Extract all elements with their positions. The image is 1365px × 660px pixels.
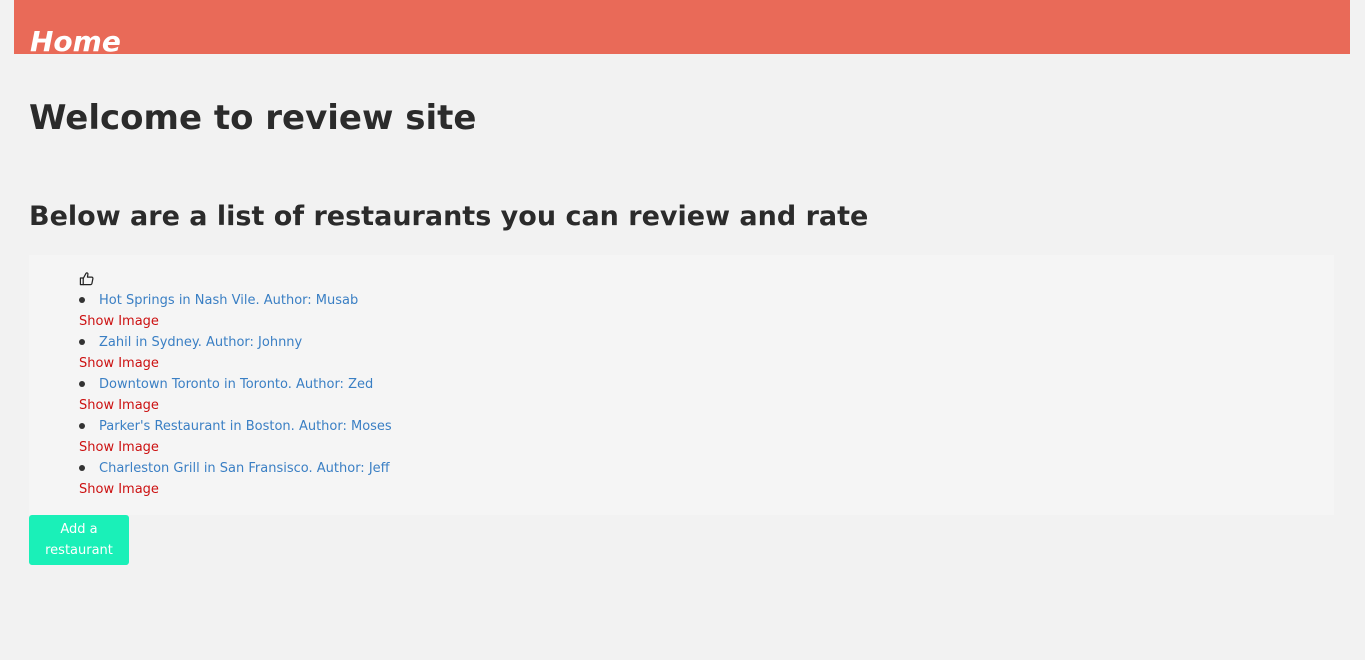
home-link[interactable]: Home — [30, 22, 121, 54]
show-image-link[interactable]: Show Image — [79, 479, 159, 500]
page-title: Welcome to review site — [29, 98, 477, 138]
bullet — [79, 297, 85, 303]
bullet — [79, 381, 85, 387]
restaurant-link[interactable]: Hot Springs in Nash Vile. Author: Musab — [99, 290, 358, 311]
add-restaurant-button[interactable]: Add a restaurant — [29, 515, 129, 565]
show-image-link[interactable]: Show Image — [79, 353, 159, 374]
restaurant-link[interactable]: Zahil in Sydney. Author: Johnny — [99, 332, 302, 353]
show-image-link[interactable]: Show Image — [79, 311, 159, 332]
show-image-link[interactable]: Show Image — [79, 395, 159, 416]
bullet — [79, 423, 85, 429]
bullet — [79, 339, 85, 345]
restaurant-link[interactable]: Charleston Grill in San Fransisco. Autho… — [99, 458, 390, 479]
thumbs-up-icon[interactable] — [79, 271, 94, 286]
restaurant-list-heading: Below are a list of restaurants you can … — [29, 201, 869, 232]
restaurant-list-panel: Hot Springs in Nash Vile. Author: Musab … — [29, 255, 1334, 515]
show-image-link[interactable]: Show Image — [79, 437, 159, 458]
restaurant-link[interactable]: Parker's Restaurant in Boston. Author: M… — [99, 416, 392, 437]
restaurant-link[interactable]: Downtown Toronto in Toronto. Author: Zed — [99, 374, 373, 395]
bullet — [79, 465, 85, 471]
header-bar: Home — [14, 0, 1350, 54]
